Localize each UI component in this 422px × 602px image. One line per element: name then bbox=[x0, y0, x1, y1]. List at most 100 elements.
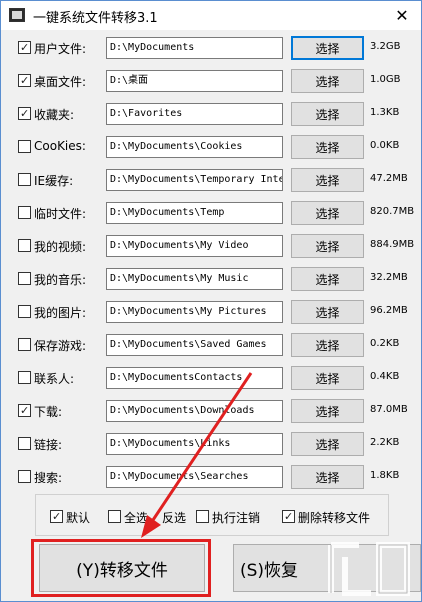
folder-row: 用户文件: D:\MyDocuments 选择 3.2GB bbox=[1, 34, 421, 62]
path-field[interactable]: D:\MyDocuments bbox=[106, 37, 283, 59]
row-label: 联系人: bbox=[34, 372, 75, 386]
folder-row: 临时文件: D:\MyDocuments\Temp 选择 820.7MB bbox=[1, 199, 421, 227]
row-label: 桌面文件: bbox=[34, 75, 87, 89]
path-field[interactable]: D:\MyDocuments\My Video bbox=[106, 235, 283, 257]
size-value: 820.7MB bbox=[370, 206, 415, 217]
select-button[interactable]: 选择 bbox=[291, 300, 364, 324]
window-title: 一键系统文件转移3.1 bbox=[33, 11, 158, 26]
title-bar: 一键系统文件转移3.1 ✕ bbox=[1, 1, 421, 30]
size-value: 0.2KB bbox=[370, 338, 400, 349]
select-button[interactable]: 选择 bbox=[291, 465, 364, 489]
size-value: 0.4KB bbox=[370, 371, 400, 382]
path-field[interactable]: D:\MyDocuments\Cookies bbox=[106, 136, 283, 158]
option-checkbox[interactable] bbox=[282, 510, 295, 523]
select-button[interactable]: 选择 bbox=[291, 135, 364, 159]
app-icon bbox=[9, 8, 25, 22]
size-value: 0.0KB bbox=[370, 140, 400, 151]
row-label: 用户文件: bbox=[34, 42, 87, 56]
size-value: 96.2MB bbox=[370, 305, 408, 316]
row-checkbox[interactable] bbox=[18, 107, 31, 120]
row-checkbox[interactable] bbox=[18, 239, 31, 252]
size-value: 32.2MB bbox=[370, 272, 408, 283]
select-button[interactable]: 选择 bbox=[291, 201, 364, 225]
option-checkbox[interactable] bbox=[108, 510, 121, 523]
row-label: 链接: bbox=[34, 438, 63, 452]
row-checkbox[interactable] bbox=[18, 272, 31, 285]
size-value: 3.2GB bbox=[370, 41, 401, 52]
row-label: 搜索: bbox=[34, 471, 63, 485]
app-window: 一键系统文件转移3.1 ✕ 用户文件: D:\MyDocuments 选择 3.2GB… bbox=[0, 0, 422, 602]
row-label: 我的音乐: bbox=[34, 273, 87, 287]
option-label: 全选 bbox=[124, 511, 149, 525]
select-button[interactable]: 选择 bbox=[291, 168, 364, 192]
size-value: 1.0GB bbox=[370, 74, 401, 85]
row-label: 下载: bbox=[34, 405, 63, 419]
option-label: 反选 bbox=[162, 511, 187, 525]
option-checkbox[interactable] bbox=[50, 510, 63, 523]
path-field[interactable]: D:\MyDocuments\Searches bbox=[106, 466, 283, 488]
row-label: 临时文件: bbox=[34, 207, 87, 221]
path-field[interactable]: D:\MyDocuments\Temporary Inte bbox=[106, 169, 283, 191]
select-button[interactable]: 选择 bbox=[291, 234, 364, 258]
row-label: 收藏夹: bbox=[34, 108, 75, 122]
size-value: 87.0MB bbox=[370, 404, 408, 415]
row-label: 我的图片: bbox=[34, 306, 87, 320]
row-checkbox[interactable] bbox=[18, 74, 31, 87]
folder-row: CooKies: D:\MyDocuments\Cookies 选择 0.0KB bbox=[1, 133, 421, 161]
row-checkbox[interactable] bbox=[18, 206, 31, 219]
close-button[interactable]: ✕ bbox=[383, 1, 421, 30]
folder-row: 我的视频: D:\MyDocuments\My Video 选择 884.9MB bbox=[1, 232, 421, 260]
options-group: 默认 全选反选 执行注销 删除转移文件 bbox=[35, 494, 389, 536]
folder-row: 联系人: D:\MyDocumentsContacts 选择 0.4KB bbox=[1, 364, 421, 392]
path-field[interactable]: D:\Favorites bbox=[106, 103, 283, 125]
path-field[interactable]: D:\MyDocuments\My Pictures bbox=[106, 301, 283, 323]
folder-row: 我的图片: D:\MyDocuments\My Pictures 选择 96.2MB bbox=[1, 298, 421, 326]
select-button[interactable]: 选择 bbox=[291, 399, 364, 423]
row-label: 保存游戏: bbox=[34, 339, 87, 353]
row-checkbox[interactable] bbox=[18, 470, 31, 483]
row-checkbox[interactable] bbox=[18, 338, 31, 351]
row-checkbox[interactable] bbox=[18, 305, 31, 318]
path-field[interactable]: D:\MyDocuments\Downloads bbox=[106, 400, 283, 422]
size-value: 1.3KB bbox=[370, 107, 400, 118]
option-label: 执行注销 bbox=[212, 511, 261, 525]
option-checkbox[interactable] bbox=[196, 510, 209, 523]
restore-button[interactable]: (S)恢复 bbox=[233, 544, 421, 592]
row-label: CooKies: bbox=[34, 139, 86, 153]
select-button[interactable]: 选择 bbox=[291, 333, 364, 357]
option-label: 默认 bbox=[66, 511, 91, 525]
folder-row: IE缓存: D:\MyDocuments\Temporary Inte 选择 47.2… bbox=[1, 166, 421, 194]
select-button[interactable]: 选择 bbox=[291, 36, 364, 60]
size-value: 2.2KB bbox=[370, 437, 400, 448]
path-field[interactable]: D:\MyDocuments\Links bbox=[106, 433, 283, 455]
size-value: 47.2MB bbox=[370, 173, 408, 184]
row-checkbox[interactable] bbox=[18, 371, 31, 384]
row-label: 我的视频: bbox=[34, 240, 87, 254]
folder-row: 桌面文件: D:\桌面选择 1.0GB bbox=[1, 67, 421, 95]
row-checkbox[interactable] bbox=[18, 173, 31, 186]
option-label: 删除转移文件 bbox=[298, 511, 371, 525]
row-label: IE缓存: bbox=[34, 174, 74, 188]
folder-row: 链接: D:\MyDocuments\Links 选择 2.2KB bbox=[1, 430, 421, 458]
folder-row: 收藏夹: D:\Favorites 选择 1.3KB bbox=[1, 100, 421, 128]
folder-row: 我的音乐: D:\MyDocuments\My Music 选择 32.2MB bbox=[1, 265, 421, 293]
select-button[interactable]: 选择 bbox=[291, 366, 364, 390]
size-value: 1.8KB bbox=[370, 470, 400, 481]
folder-row: 搜索: D:\MyDocuments\Searches 选择 1.8KB bbox=[1, 463, 421, 491]
select-button[interactable]: 选择 bbox=[291, 432, 364, 456]
select-button[interactable]: 选择 bbox=[291, 102, 364, 126]
select-button[interactable]: 选择 bbox=[291, 69, 364, 93]
path-field[interactable]: D:\MyDocumentsContacts bbox=[106, 367, 283, 389]
transfer-files-button[interactable]: (Y)转移文件 bbox=[39, 544, 205, 592]
path-field[interactable]: D:\桌面 bbox=[106, 70, 283, 92]
row-checkbox[interactable] bbox=[18, 140, 31, 153]
path-field[interactable]: D:\MyDocuments\Saved Games bbox=[106, 334, 283, 356]
row-checkbox[interactable] bbox=[18, 41, 31, 54]
row-checkbox[interactable] bbox=[18, 404, 31, 417]
path-field[interactable]: D:\MyDocuments\Temp bbox=[106, 202, 283, 224]
path-field[interactable]: D:\MyDocuments\My Music bbox=[106, 268, 283, 290]
folder-row: 下载: D:\MyDocuments\Downloads 选择 87.0MB bbox=[1, 397, 421, 425]
select-button[interactable]: 选择 bbox=[291, 267, 364, 291]
row-checkbox[interactable] bbox=[18, 437, 31, 450]
folder-row: 保存游戏: D:\MyDocuments\Saved Games 选择 0.2KB bbox=[1, 331, 421, 359]
